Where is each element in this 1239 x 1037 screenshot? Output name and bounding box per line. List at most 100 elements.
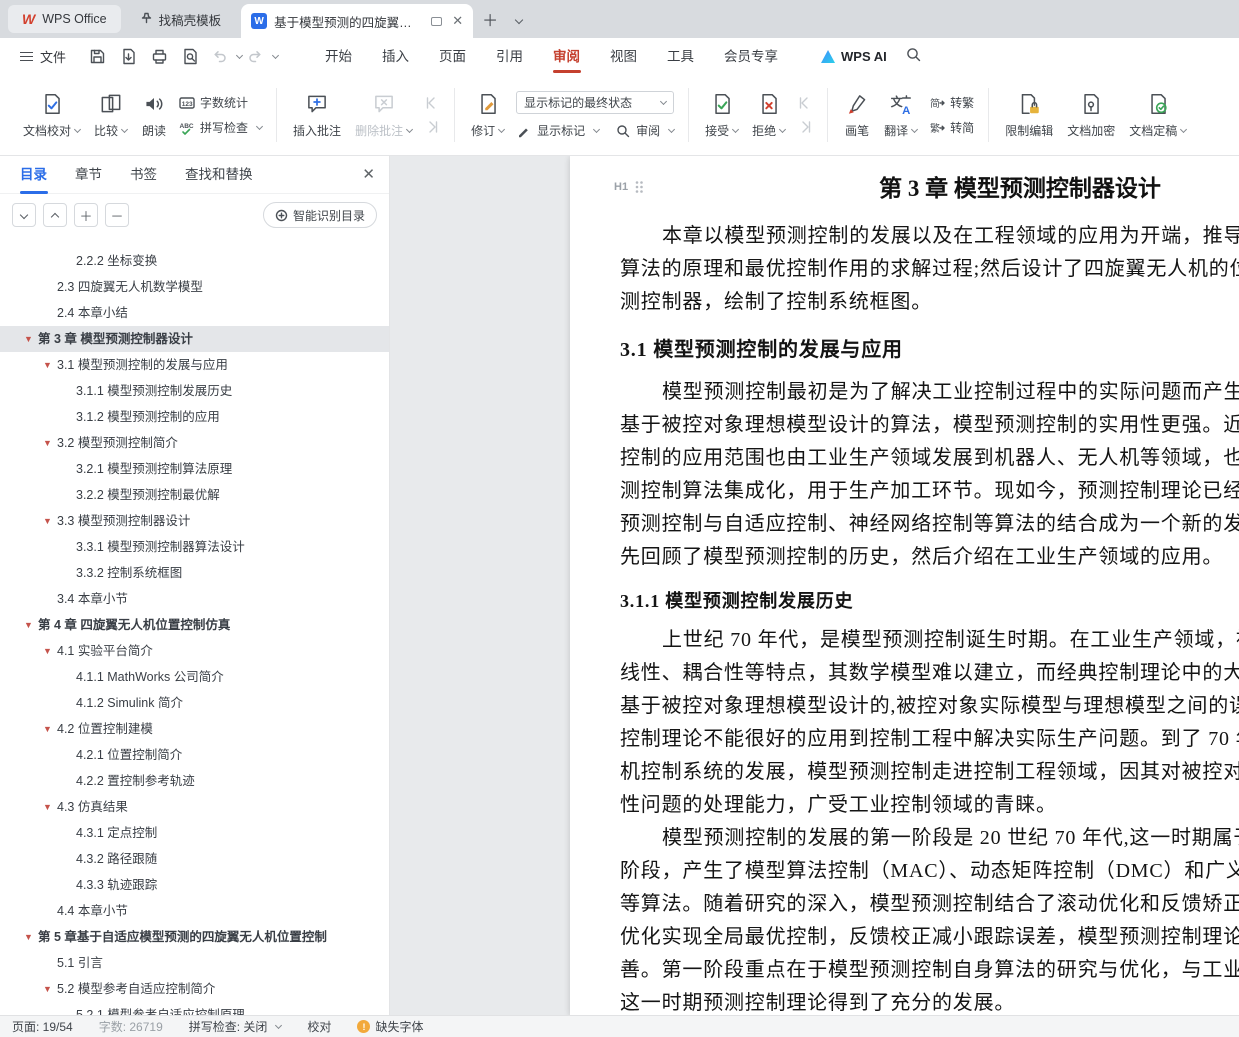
previous-change-icon[interactable]	[797, 95, 813, 111]
pen-button[interactable]: 画笔	[837, 87, 877, 143]
proofread-button[interactable]: 校对	[307, 1018, 331, 1035]
drag-handle-icon[interactable]	[634, 180, 644, 194]
toc-item[interactable]: 3.4 本章小节	[0, 586, 389, 612]
toc-item[interactable]: ▼ 3.2 模型预测控制简介	[0, 430, 389, 456]
toc-item[interactable]: 4.1.2 Simulink 简介	[0, 690, 389, 716]
spell-check-status[interactable]: 拼写检查: 关闭	[189, 1018, 283, 1035]
toc-expand-arrow-icon[interactable]: ▼	[43, 430, 57, 456]
encrypt-button[interactable]: 文档加密	[1060, 87, 1122, 143]
save-icon[interactable]	[88, 47, 107, 66]
toc-item[interactable]: ▼ 4.2 位置控制建模	[0, 716, 389, 742]
toc-item[interactable]: ▼ 4.1 实验平台简介	[0, 638, 389, 664]
toc-expand-arrow-icon[interactable]: ▼	[24, 326, 38, 352]
menu-tab-review[interactable]: 审阅	[538, 38, 595, 75]
accept-button[interactable]: 接受	[698, 87, 745, 143]
next-change-icon[interactable]	[797, 119, 813, 135]
spell-check-button[interactable]: ABC 拼写检查	[179, 119, 264, 136]
toc-expand-arrow-icon[interactable]: ▼	[43, 508, 57, 534]
to-traditional-button[interactable]: 简 转繁	[929, 94, 974, 111]
toc-item[interactable]: ▼ 4.3 仿真结果	[0, 794, 389, 820]
pinned-doc-tab[interactable]: 找稿壳模板	[129, 5, 234, 33]
toc-expand-arrow-icon[interactable]: ▼	[24, 612, 38, 638]
word-count-indicator[interactable]: 字数: 26719	[99, 1018, 163, 1035]
toc-expand-arrow-icon[interactable]: ▼	[43, 352, 57, 378]
redo-dropdown-icon[interactable]	[271, 51, 280, 60]
toc-collapse-button[interactable]	[43, 203, 67, 227]
review-mode-button[interactable]: 审阅	[615, 122, 676, 139]
doc-proof-button[interactable]: 文档校对	[16, 87, 87, 143]
wps-ai-button[interactable]: WPS AI	[821, 49, 887, 64]
menu-tab-view[interactable]: 视图	[595, 38, 652, 75]
sidebar-tab-find-replace[interactable]: 查找和替换	[185, 156, 253, 194]
previous-comment-icon[interactable]	[424, 95, 440, 111]
toc-item[interactable]: ▼ 第 3 章 模型预测控制器设计	[0, 326, 389, 352]
sidebar-tab-chapter[interactable]: 章节	[75, 156, 102, 194]
toc-item[interactable]: 4.3.3 轨迹跟踪	[0, 872, 389, 898]
word-count-button[interactable]: 123 字数统计	[179, 94, 262, 111]
finalize-button[interactable]: 文档定稿	[1122, 87, 1193, 143]
file-menu-button[interactable]: 文件	[12, 47, 74, 66]
toc-item[interactable]: ▼ 第 4 章 四旋翼无人机位置控制仿真	[0, 612, 389, 638]
toc-item[interactable]: 4.4 本章小节	[0, 898, 389, 924]
menu-tab-page[interactable]: 页面	[424, 38, 481, 75]
insert-comment-button[interactable]: 插入批注	[286, 87, 348, 143]
toc-item[interactable]: 3.2.2 模型预测控制最优解	[0, 482, 389, 508]
print-preview-icon[interactable]	[181, 47, 200, 66]
tab-list-dropdown[interactable]	[507, 10, 531, 28]
missing-font-warning[interactable]: ! 缺失字体	[357, 1018, 423, 1035]
search-icon[interactable]	[905, 46, 922, 68]
translate-button[interactable]: 文A 翻译	[877, 87, 924, 143]
sidebar-tab-bookmark[interactable]: 书签	[130, 156, 157, 194]
toc-item[interactable]: 4.3.1 定点控制	[0, 820, 389, 846]
toc-expand-arrow-icon[interactable]: ▼	[43, 976, 57, 1002]
new-tab-button[interactable]: ＋	[473, 7, 507, 31]
output-pdf-icon[interactable]	[119, 47, 138, 66]
toc-item[interactable]: 2.2.2 坐标变换	[0, 248, 389, 274]
toc-item[interactable]: ▼ 3.3 模型预测控制器设计	[0, 508, 389, 534]
close-icon[interactable]: ✕	[452, 13, 463, 29]
toc-item[interactable]: 3.1.1 模型预测控制发展历史	[0, 378, 389, 404]
smart-toc-button[interactable]: 智能识别目录	[262, 202, 377, 228]
toc-expand-arrow-icon[interactable]: ▼	[43, 794, 57, 820]
heading-level-badge[interactable]: H1	[614, 181, 628, 193]
read-aloud-button[interactable]: 朗读	[134, 87, 174, 143]
menu-tab-tools[interactable]: 工具	[652, 38, 709, 75]
toc-item[interactable]: 3.1.2 模型预测控制的应用	[0, 404, 389, 430]
sidebar-tab-toc[interactable]: 目录	[20, 156, 47, 194]
toc-item[interactable]: 5.2.1 模型参考自适应控制原理	[0, 1002, 389, 1015]
popout-icon[interactable]	[431, 16, 443, 26]
toc-item[interactable]: 3.3.2 控制系统框图	[0, 560, 389, 586]
track-changes-button[interactable]: 修订	[464, 87, 511, 143]
toc-expand-button[interactable]	[12, 203, 36, 227]
redo-icon[interactable]	[246, 47, 265, 66]
toc-item[interactable]: 4.2.2 置控制参考轨迹	[0, 768, 389, 794]
toc-item[interactable]: 5.1 引言	[0, 950, 389, 976]
toc-item[interactable]: 3.2.1 模型预测控制算法原理	[0, 456, 389, 482]
toc-item[interactable]: 3.3.1 模型预测控制器算法设计	[0, 534, 389, 560]
page-indicator[interactable]: 页面: 19/54	[12, 1018, 73, 1035]
menu-tab-member[interactable]: 会员专享	[709, 38, 793, 75]
reject-button[interactable]: 拒绝	[745, 87, 792, 143]
toc-item[interactable]: 2.3 四旋翼无人机数学模型	[0, 274, 389, 300]
toc-item[interactable]: 4.1.1 MathWorks 公司简介	[0, 664, 389, 690]
toc-item[interactable]: 4.3.2 路径跟随	[0, 846, 389, 872]
toc-item[interactable]: ▼ 5.2 模型参考自适应控制简介	[0, 976, 389, 1002]
compare-button[interactable]: 比较	[87, 87, 134, 143]
menu-tab-insert[interactable]: 插入	[367, 38, 424, 75]
toc-item[interactable]: 4.2.1 位置控制简介	[0, 742, 389, 768]
toc-expand-arrow-icon[interactable]: ▼	[43, 716, 57, 742]
toc-item[interactable]: ▼ 第 5 章基于自适应模型预测的四旋翼无人机位置控制	[0, 924, 389, 950]
next-comment-icon[interactable]	[424, 119, 440, 135]
undo-dropdown-icon[interactable]	[235, 51, 244, 60]
wps-home-tab[interactable]: W WPS Office	[8, 5, 121, 33]
close-sidebar-icon[interactable]: ✕	[362, 156, 375, 194]
menu-tab-reference[interactable]: 引用	[481, 38, 538, 75]
markup-state-dropdown[interactable]: 显示标记的最终状态	[516, 91, 675, 114]
show-markup-button[interactable]: 显示标记	[516, 122, 601, 139]
to-simplified-button[interactable]: 繁 转简	[929, 119, 974, 136]
delete-comment-button[interactable]: 删除批注	[348, 87, 419, 143]
toc-expand-arrow-icon[interactable]: ▼	[43, 638, 57, 664]
menu-tab-home[interactable]: 开始	[310, 38, 367, 75]
toc-item[interactable]: ▼ 3.1 模型预测控制的发展与应用	[0, 352, 389, 378]
document-page[interactable]: H1 第 3 章 模型预测控制器设计 本章以模型预测控制的发展以及在工程领域的应…	[570, 156, 1239, 1015]
